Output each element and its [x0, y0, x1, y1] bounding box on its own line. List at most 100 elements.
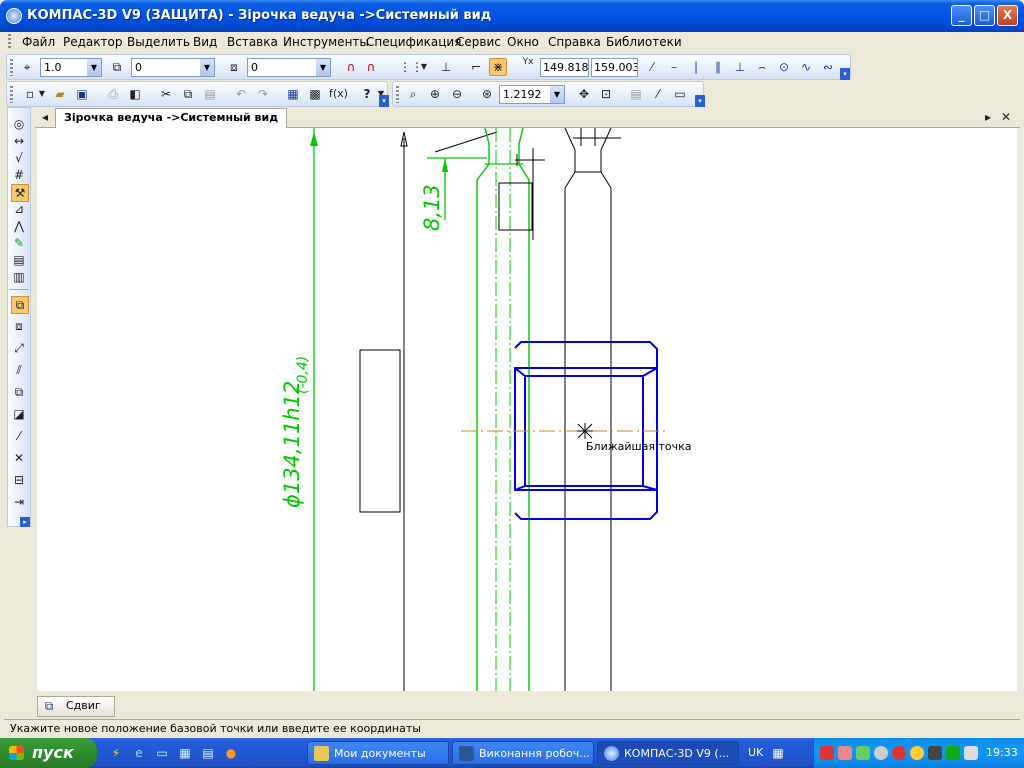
tab-close-icon[interactable]: ✕: [998, 109, 1014, 125]
chevron-down-icon[interactable]: ▼: [34, 86, 50, 102]
tab-scroll-left-icon[interactable]: ◂: [37, 109, 53, 125]
brush-icon[interactable]: ⁄: [650, 86, 666, 102]
parallel-line-icon[interactable]: ∥: [710, 59, 726, 75]
menu-service[interactable]: Сервис: [456, 35, 501, 49]
clock[interactable]: 19:33: [986, 746, 1018, 759]
zoom-out-icon[interactable]: ⊖: [449, 86, 465, 102]
horizontal-line-icon[interactable]: –: [666, 59, 682, 75]
line-scale-combo[interactable]: 1.0 ▼: [40, 58, 102, 77]
association-icon[interactable]: ✎: [11, 235, 27, 251]
title-bar[interactable]: КОМПАС-3D V9 (ЗАЩИТА) - Зірочка ведуча -…: [0, 0, 1024, 32]
drawing-canvas[interactable]: 8,13 ϕ134,11h12 (-0,4) Ближайшая точка: [37, 128, 1017, 691]
desktop-icon[interactable]: ▭: [154, 745, 170, 761]
edit-icon[interactable]: #: [11, 167, 27, 183]
start-button[interactable]: пуск: [0, 738, 97, 768]
fit-all-icon[interactable]: ⊡: [598, 86, 614, 102]
task-kompas[interactable]: КОМПАС-3D V9 (...: [597, 741, 739, 765]
toolbar-overflow-icon[interactable]: ▾: [379, 95, 389, 107]
print-icon[interactable]: ⎙: [105, 86, 121, 102]
tray-app-icon[interactable]: [838, 746, 852, 760]
toolbar-grip[interactable]: [396, 86, 399, 103]
snaps-toggle-icon[interactable]: ⋇: [489, 58, 507, 76]
close-button[interactable]: X: [997, 5, 1018, 26]
chevron-down-icon[interactable]: ▼: [87, 59, 101, 76]
zoom-scale-icon[interactable]: ⊛: [479, 86, 495, 102]
circle-point-icon[interactable]: ⊙: [776, 59, 792, 75]
variables-icon[interactable]: ▩: [307, 86, 323, 102]
round-mode-icon[interactable]: ⌐: [468, 59, 484, 75]
menu-grip[interactable]: [8, 34, 11, 50]
measure-icon[interactable]: ⊿: [11, 201, 27, 217]
layers-icon[interactable]: ⧉: [109, 59, 125, 75]
at-icon[interactable]: [910, 746, 924, 760]
local-cs-icon[interactable]: ⌖: [19, 59, 35, 75]
menu-view[interactable]: Вид: [193, 35, 217, 49]
zoom-in-icon[interactable]: ⊕: [427, 86, 443, 102]
menu-file[interactable]: Файл: [22, 35, 55, 49]
display-tray-icon[interactable]: [964, 746, 978, 760]
kompas-app-icon[interactable]: [6, 8, 22, 24]
select-icon[interactable]: ⋀: [11, 218, 27, 234]
deform-icon[interactable]: ◪: [11, 406, 27, 422]
task-my-documents[interactable]: Мои документы: [307, 741, 449, 765]
maximize-button[interactable]: □: [974, 5, 995, 26]
zoom-window-icon[interactable]: ⌕: [405, 86, 421, 102]
tab-shift[interactable]: ⧉ Сдвиг: [37, 696, 115, 717]
firefox-icon[interactable]: ●: [223, 745, 239, 761]
chevron-down-icon[interactable]: ▼: [200, 59, 214, 76]
menu-libraries[interactable]: Библиотеки: [606, 35, 682, 49]
toolbar-grip[interactable]: [10, 86, 13, 103]
keyboard-icon[interactable]: ▦: [770, 745, 786, 761]
menu-select[interactable]: Выделить: [127, 35, 190, 49]
pan-icon[interactable]: ✥: [576, 86, 592, 102]
toolbar-overflow-icon[interactable]: ▸: [20, 517, 30, 527]
network-icon[interactable]: [856, 746, 870, 760]
style-icon[interactable]: ⧈: [226, 59, 242, 75]
grid-icon[interactable]: ⋮⋮: [399, 59, 423, 75]
break-icon[interactable]: ✕: [11, 450, 27, 466]
vertical-line-icon[interactable]: |: [688, 59, 704, 75]
style-combo[interactable]: 0 ▼: [247, 58, 331, 77]
language-indicator[interactable]: UK: [748, 746, 763, 759]
coord-x-field[interactable]: 149.818: [540, 58, 589, 77]
chevron-down-icon[interactable]: ▼: [550, 86, 564, 103]
symmetry-icon[interactable]: ⫽: [11, 362, 27, 378]
ortho-icon[interactable]: ⊥: [438, 59, 454, 75]
geometry-icon[interactable]: ◎: [11, 116, 27, 132]
toolbar-overflow-icon[interactable]: ▾: [840, 68, 850, 80]
spline-icon[interactable]: ∾: [820, 59, 836, 75]
report-icon[interactable]: ▥: [11, 269, 27, 285]
trim-icon[interactable]: ⁄: [11, 428, 27, 444]
toolbar-grip[interactable]: [10, 59, 13, 76]
explorer-icon[interactable]: ▤: [200, 745, 216, 761]
menu-insert[interactable]: Вставка: [227, 35, 278, 49]
volume-icon[interactable]: [928, 746, 942, 760]
toolbar-overflow-icon[interactable]: ▾: [695, 95, 705, 107]
snap-magnet-icon[interactable]: ∩: [343, 59, 359, 75]
antivirus-icon[interactable]: [820, 746, 834, 760]
ie-icon[interactable]: e: [131, 745, 147, 761]
current-layer-combo[interactable]: 0 ▼: [131, 58, 215, 77]
display-icon[interactable]: ▭: [672, 86, 688, 102]
menu-editor[interactable]: Редактор: [63, 35, 122, 49]
alert-icon[interactable]: [892, 746, 906, 760]
dimensions-icon[interactable]: ↔: [11, 133, 27, 149]
quicklaunch-icon[interactable]: ⚡: [108, 745, 124, 761]
coord-y-field[interactable]: 159.003: [591, 58, 638, 77]
spec-icon[interactable]: ▤: [11, 252, 27, 268]
snap-magnet-2-icon[interactable]: ∩: [363, 59, 379, 75]
menu-tools[interactable]: Инструменты: [283, 35, 369, 49]
chevron-down-icon[interactable]: ▼: [416, 59, 432, 75]
undo-icon[interactable]: ↶: [233, 86, 249, 102]
function-icon[interactable]: f(x): [329, 86, 348, 102]
line-icon[interactable]: ⁄: [644, 59, 660, 75]
menu-help[interactable]: Справка: [548, 35, 601, 49]
bezier-icon[interactable]: ∿: [798, 59, 814, 75]
move-icon[interactable]: ⧉: [11, 296, 29, 314]
tangent-icon[interactable]: ⌢: [754, 59, 770, 75]
sync-icon[interactable]: [874, 746, 888, 760]
zoom-combo[interactable]: 1.2192 ▼: [499, 85, 565, 104]
align-icon[interactable]: ⇥: [11, 494, 27, 510]
task-word-doc[interactable]: Виконання робоч...: [452, 741, 594, 765]
tab-document[interactable]: Зірочка ведуча ->Системный вид: [55, 108, 288, 128]
